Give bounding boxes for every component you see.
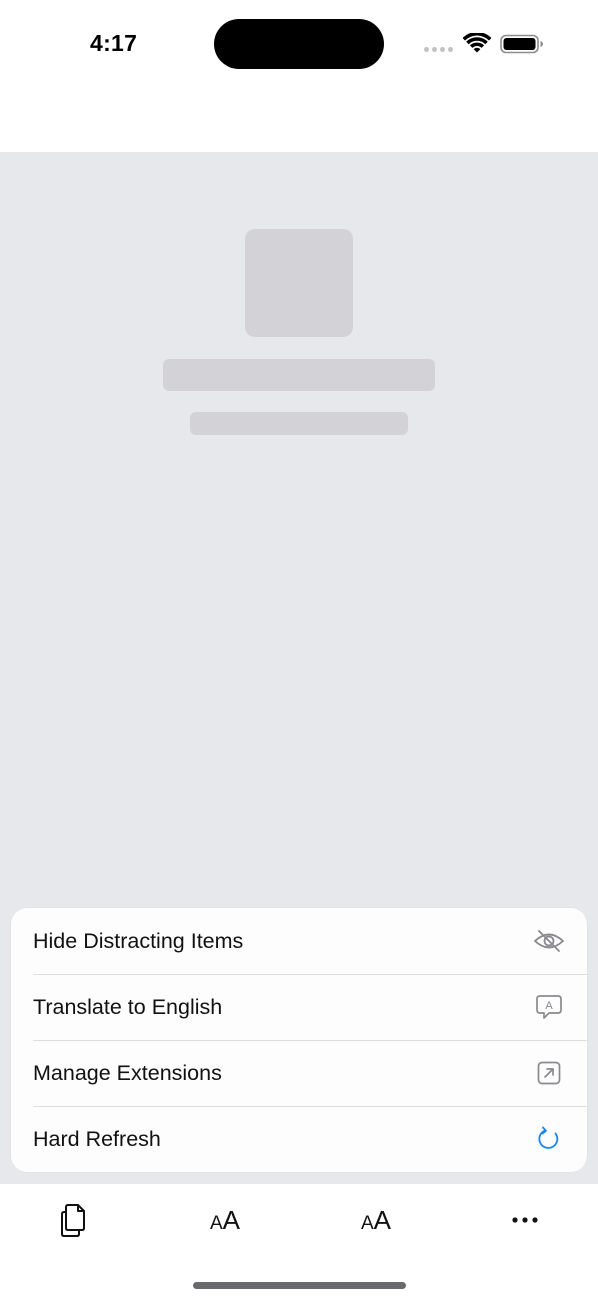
text-size-icon: AA bbox=[360, 1204, 392, 1235]
status-bar: 4:17 bbox=[0, 0, 598, 90]
menu-item-hard-refresh[interactable]: Hard Refresh bbox=[33, 1106, 587, 1172]
menu-item-label: Manage Extensions bbox=[33, 1060, 222, 1085]
menu-item-hide-distracting-items[interactable]: Hide Distracting Items bbox=[33, 908, 587, 974]
decrease-text-size-button[interactable]: AA bbox=[195, 1198, 255, 1242]
placeholder-image bbox=[245, 229, 353, 337]
tabs-button[interactable] bbox=[44, 1198, 104, 1242]
menu-item-translate[interactable]: Translate to English A bbox=[33, 974, 587, 1040]
translate-bubble-icon: A bbox=[533, 991, 565, 1023]
external-arrow-box-icon bbox=[533, 1057, 565, 1089]
menu-item-label: Hard Refresh bbox=[33, 1126, 161, 1151]
placeholder-subtitle-bar bbox=[190, 412, 408, 435]
svg-text:A: A bbox=[545, 1000, 553, 1012]
placeholder-title-bar bbox=[163, 359, 435, 391]
wifi-icon bbox=[463, 33, 491, 53]
more-button[interactable] bbox=[495, 1198, 555, 1242]
cellular-signal-icon bbox=[424, 47, 453, 52]
text-size-icon: AA bbox=[209, 1204, 241, 1235]
bottom-toolbar: AA AA bbox=[0, 1184, 598, 1300]
ellipsis-icon bbox=[512, 1217, 538, 1223]
eye-slash-icon bbox=[533, 925, 565, 957]
menu-item-manage-extensions[interactable]: Manage Extensions bbox=[33, 1040, 587, 1106]
increase-text-size-button[interactable]: AA bbox=[346, 1198, 406, 1242]
menu-item-label: Translate to English bbox=[33, 994, 223, 1019]
menu-item-label: Hide Distracting Items bbox=[33, 928, 244, 953]
battery-icon bbox=[500, 34, 543, 54]
page-menu: Hide Distracting Items Translate to Engl… bbox=[11, 908, 587, 1172]
dynamic-island bbox=[214, 19, 384, 69]
browser-header bbox=[0, 90, 598, 152]
home-indicator[interactable] bbox=[193, 1282, 406, 1289]
refresh-icon bbox=[533, 1123, 565, 1155]
status-time: 4:17 bbox=[90, 30, 138, 56]
pages-icon bbox=[61, 1204, 85, 1237]
